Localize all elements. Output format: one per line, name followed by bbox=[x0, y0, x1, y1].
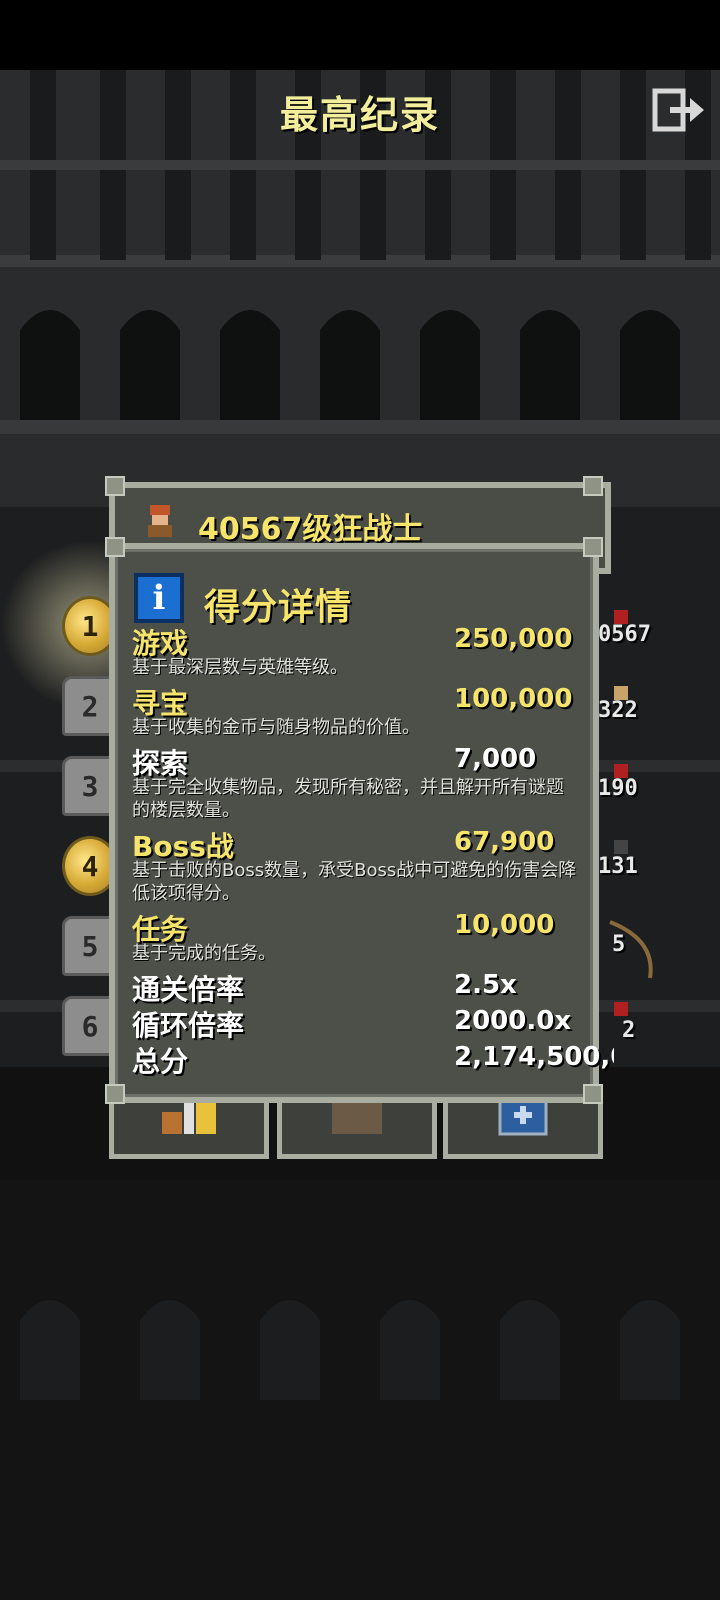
score-desc-quest: 基于完成的任务。 bbox=[132, 943, 276, 964]
page-title: 最高纪录 bbox=[279, 93, 440, 137]
score-value-loop-multiplier: 2000.0x bbox=[454, 1006, 572, 1036]
score-value-boss: 67,900 bbox=[454, 827, 555, 857]
score-value-quest: 10,000 bbox=[454, 910, 555, 940]
score-desc-treasure: 基于收集的金币与随身物品的价值。 bbox=[132, 717, 420, 738]
record-title: 40567级狂战士 bbox=[198, 512, 423, 547]
score-label-loop-multiplier: 循环倍率 bbox=[132, 1009, 245, 1042]
score-desc-game: 基于最深层数与英雄等级。 bbox=[132, 657, 348, 678]
score-value-treasure: 100,000 bbox=[454, 684, 573, 714]
rank-number: 4 bbox=[81, 849, 99, 883]
rank-number: 2 bbox=[81, 689, 99, 723]
score-label-win-multiplier: 通关倍率 bbox=[132, 973, 245, 1006]
berserker-sprite-icon bbox=[148, 505, 172, 537]
level-value-6[interactable]: 2 bbox=[622, 1018, 692, 1043]
exit-icon[interactable] bbox=[652, 88, 706, 132]
rank-number: 1 bbox=[81, 609, 99, 643]
status-bar bbox=[0, 0, 720, 70]
total-value-clip: 2,174,500,098 bbox=[454, 1042, 614, 1078]
score-label-total: 总分 bbox=[132, 1045, 189, 1078]
rank-number: 6 bbox=[81, 1009, 99, 1043]
frame-corner bbox=[105, 476, 125, 496]
score-value-game: 250,000 bbox=[454, 624, 573, 654]
level-value-5[interactable]: 5 bbox=[612, 932, 682, 957]
rank-number: 3 bbox=[81, 769, 99, 803]
score-value-win-multiplier: 2.5x bbox=[454, 970, 517, 1000]
score-desc-boss: 基于击败的Boss数量，承受Boss战中可避免的伤害会降低该项得分。 bbox=[132, 860, 577, 904]
frame-corner bbox=[583, 476, 603, 496]
score-value-explore: 7,000 bbox=[454, 744, 537, 774]
score-value-total: 2,174,500,098 bbox=[454, 1042, 614, 1072]
rank-number: 5 bbox=[81, 929, 99, 963]
score-desc-explore: 基于完全收集物品，发现所有秘密，并且解开所有谜题的楼层数量。 bbox=[132, 777, 564, 821]
